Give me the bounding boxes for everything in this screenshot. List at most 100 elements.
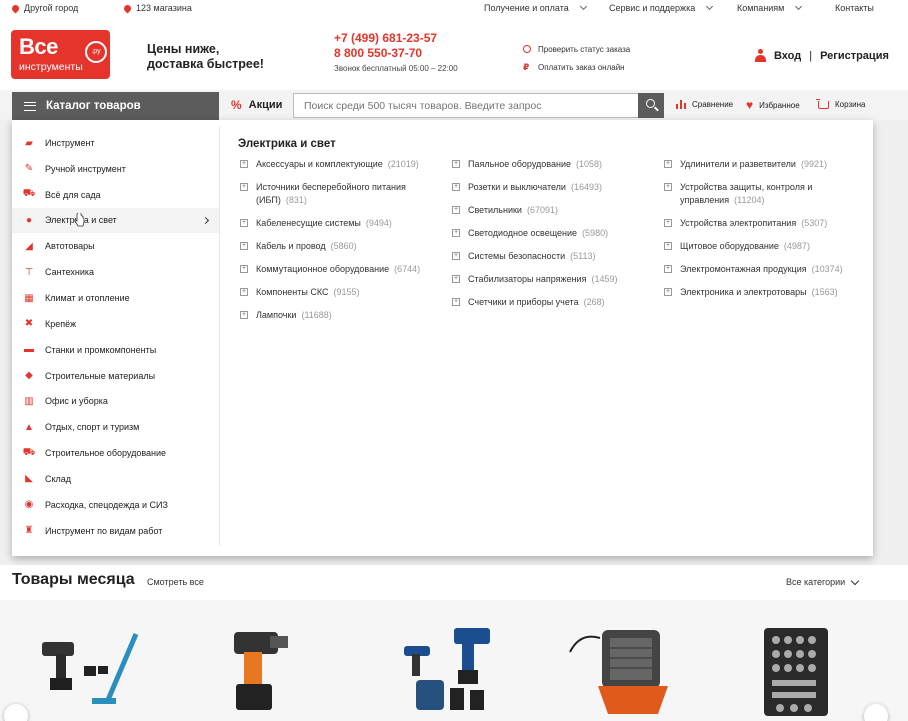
expand-plus-icon[interactable]: + — [240, 219, 248, 227]
heater-icon: ▦ — [24, 292, 34, 304]
register-link[interactable]: Регистрация — [820, 50, 889, 62]
subcategory-item[interactable]: + Электроника и электротовары (1563) — [662, 286, 862, 299]
category-item[interactable]: ▰ Инструмент — [12, 130, 220, 156]
subcategory-item[interactable]: + Стабилизаторы напряжения (1459) — [450, 273, 650, 286]
auth-separator: | — [809, 49, 813, 62]
category-item[interactable]: ◢ Автотовары — [12, 233, 220, 259]
promo-link[interactable]: % Акции — [231, 98, 282, 112]
category-item[interactable]: ⛟ Строительное оборудование — [12, 440, 220, 466]
subcategory-label: Кабель и провод — [256, 241, 326, 251]
catalog-button[interactable]: Каталог товаров — [12, 92, 219, 120]
companies-menu[interactable]: Компаниям — [737, 2, 803, 13]
search-button[interactable] — [638, 93, 664, 118]
expand-plus-icon[interactable]: + — [240, 265, 248, 273]
subcategory-item[interactable]: + Коммутационное оборудование (6744) — [238, 263, 438, 276]
category-item[interactable]: ✖ Крепёж — [12, 311, 220, 337]
subcategory-item[interactable]: + Кабель и провод (5860) — [238, 240, 438, 253]
subcategory-item[interactable]: + Удлинители и разветвители (9921) — [662, 158, 862, 171]
expand-plus-icon[interactable]: + — [664, 242, 672, 250]
expand-plus-icon[interactable]: + — [664, 265, 672, 273]
subcategory-item[interactable]: + Компоненты СКС (9155) — [238, 286, 438, 299]
drill-vacuum-set-icon[interactable] — [36, 628, 146, 713]
subcategory-count: (5980) — [582, 228, 609, 238]
delivery-menu[interactable]: Получение и оплата — [484, 2, 587, 13]
subcategory-item[interactable]: + Светильники (67091) — [450, 204, 650, 217]
subcategory-item[interactable]: + Паяльное оборудование (1058) — [450, 158, 650, 171]
carousel-next-button[interactable] — [864, 704, 888, 721]
expand-plus-icon[interactable]: + — [664, 160, 672, 168]
expand-plus-icon[interactable]: + — [664, 183, 672, 191]
compare-link[interactable]: Сравнение — [676, 100, 733, 109]
expand-plus-icon[interactable]: + — [452, 206, 460, 214]
socket-set-icon[interactable] — [758, 624, 834, 718]
phones: +7 (499) 681-23-57 8 800 550-37-70 Звоно… — [334, 31, 458, 73]
expand-plus-icon[interactable]: + — [664, 219, 672, 227]
subcategory-item[interactable]: + Системы безопасности (5113) — [450, 250, 650, 263]
expand-plus-icon[interactable]: + — [240, 288, 248, 296]
category-item[interactable]: ♜ Инструмент по видам работ — [12, 518, 220, 544]
category-label: Всё для сада — [45, 189, 101, 200]
expand-plus-icon[interactable]: + — [240, 311, 248, 319]
category-item[interactable]: ◣ Склад — [12, 466, 220, 492]
expand-plus-icon[interactable]: + — [452, 229, 460, 237]
favorites-link[interactable]: ♥ Избранное — [746, 99, 800, 111]
login-link[interactable]: Вход — [774, 50, 801, 62]
contacts-link[interactable]: Контакты — [835, 3, 874, 13]
phone-2[interactable]: 8 800 550-37-70 — [334, 46, 458, 61]
ruble-icon: ₽ — [523, 61, 530, 72]
subcategory-count: (11204) — [734, 195, 765, 205]
subcategory-item[interactable]: + Розетки и выключатели (16493) — [450, 181, 650, 194]
expand-plus-icon[interactable]: + — [452, 160, 460, 168]
search-input[interactable] — [293, 93, 639, 118]
subcategory-label: Счетчики и приборы учета — [468, 297, 579, 307]
subcategory-item[interactable]: + Устройства защиты, контроля и управлени… — [662, 181, 862, 207]
expand-plus-icon[interactable]: + — [240, 160, 248, 168]
screwdriver-kit-icon[interactable] — [396, 624, 506, 718]
see-all-link[interactable]: Смотреть все — [147, 577, 204, 587]
city-selector[interactable]: Другой город — [10, 3, 78, 13]
subcategory-item[interactable]: + Источники бесперебойного питания (ИБП) … — [238, 181, 438, 207]
subcategory-label: Светодиодное освещение — [468, 228, 578, 238]
category-item[interactable]: ⛟ Всё для сада — [12, 182, 220, 208]
subcategory-count: (831) — [285, 195, 307, 205]
category-item[interactable]: ▦ Климат и отопление — [12, 285, 220, 311]
category-item[interactable]: ◉ Расходка, спецодежда и СИЗ — [12, 492, 220, 518]
subcategory-item[interactable]: + Аксессуары и комплектующие (21019) — [238, 158, 438, 171]
category-item[interactable]: ● Электрика и свет — [12, 207, 220, 234]
expand-plus-icon[interactable]: + — [452, 183, 460, 191]
expand-plus-icon[interactable]: + — [452, 252, 460, 260]
pay-online-link[interactable]: ₽ Оплатить заказ онлайн — [523, 58, 630, 76]
subcategory-item[interactable]: + Электромонтажная продукция (10374) — [662, 263, 862, 276]
category-item[interactable]: ▬ Станки и промкомпоненты — [12, 337, 220, 363]
subcategory-item[interactable]: + Счетчики и приборы учета (268) — [450, 296, 650, 309]
expand-plus-icon[interactable]: + — [240, 242, 248, 250]
subcategory-item[interactable]: + Лампочки (11688) — [238, 309, 438, 322]
user-icon — [755, 49, 766, 62]
subcategory-item[interactable]: + Кабеленесущие системы (9494) — [238, 217, 438, 230]
site-logo[interactable]: Все инструменты .ру — [11, 30, 110, 79]
stores-link[interactable]: 123 магазина — [122, 3, 192, 13]
carousel-prev-button[interactable] — [4, 704, 28, 721]
expand-plus-icon[interactable]: + — [664, 288, 672, 296]
subcategory-item[interactable]: + Щитовое оборудование (4987) — [662, 240, 862, 253]
service-menu[interactable]: Сервис и поддержка — [609, 2, 714, 13]
expand-plus-icon[interactable]: + — [240, 183, 248, 191]
expand-plus-icon[interactable]: + — [452, 275, 460, 283]
category-item[interactable]: ✎ Ручной инструмент — [12, 156, 220, 182]
category-item[interactable]: ▥ Офис и уборка — [12, 388, 220, 414]
phone-1[interactable]: +7 (499) 681-23-57 — [334, 31, 458, 46]
category-item[interactable]: ◆ Строительные материалы — [12, 363, 220, 389]
expand-plus-icon[interactable]: + — [452, 298, 460, 306]
subcategory-label: Розетки и выключатели — [468, 182, 566, 192]
subcategory-item[interactable]: + Светодиодное освещение (5980) — [450, 227, 650, 240]
all-categories-dropdown[interactable]: Все категории — [786, 576, 860, 587]
check-order-link[interactable]: Проверить статус заказа — [523, 40, 630, 58]
cordless-drill-icon[interactable] — [228, 626, 298, 718]
cart-link[interactable]: Корзина — [816, 98, 865, 109]
category-item[interactable]: ▲ Отдых, спорт и туризм — [12, 414, 220, 440]
category-item[interactable]: ⊤ Сантехника — [12, 259, 220, 285]
hamburger-icon — [24, 101, 36, 111]
subcategory-item[interactable]: + Устройства электропитания (5307) — [662, 217, 862, 230]
fan-heater-icon[interactable] — [566, 622, 676, 718]
subcategory-label: Системы безопасности — [468, 251, 566, 261]
